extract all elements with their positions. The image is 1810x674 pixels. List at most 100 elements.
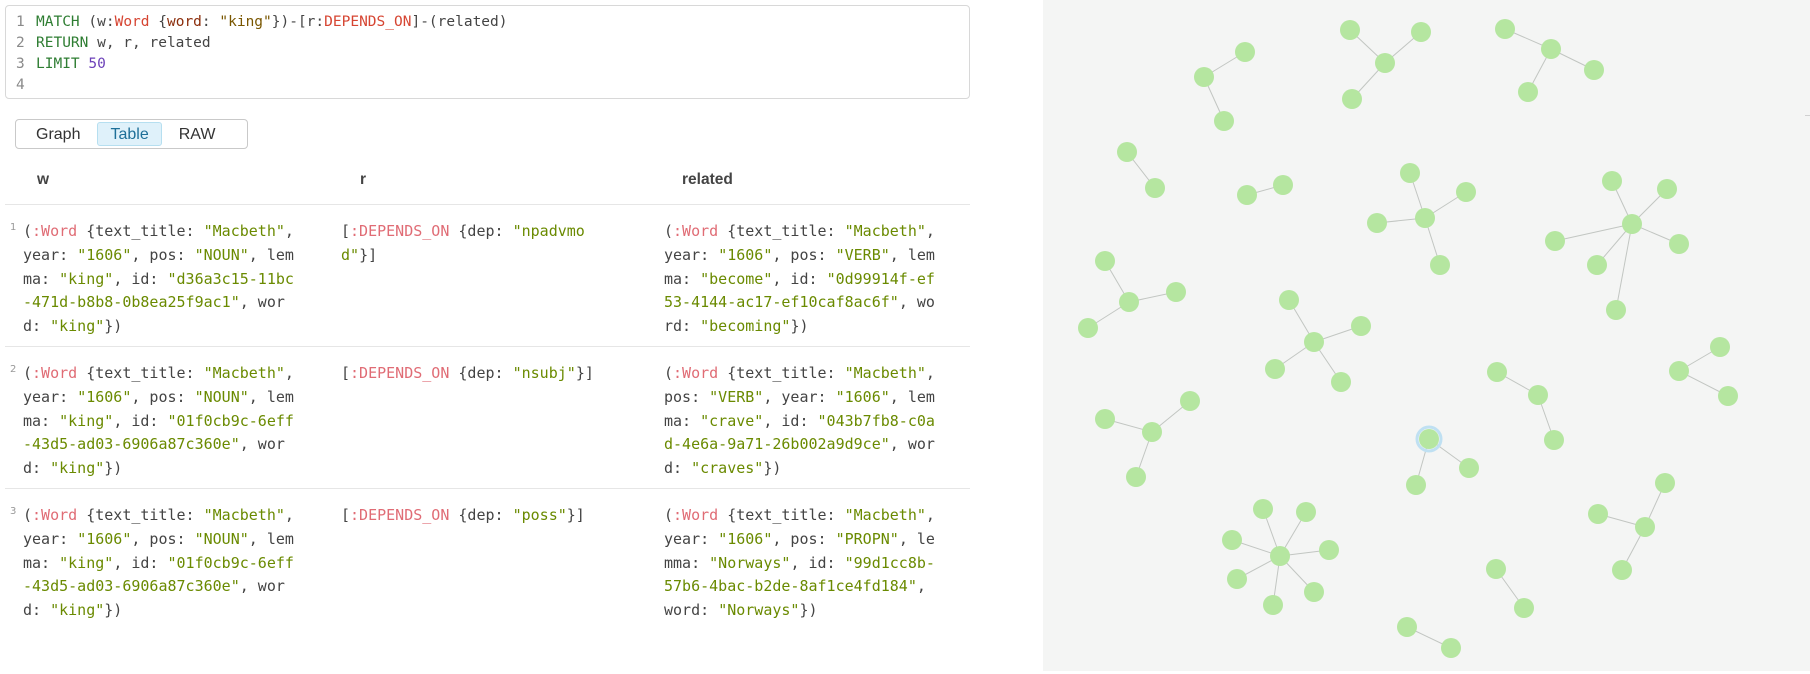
graph-node[interactable]: [1544, 430, 1564, 450]
graph-node[interactable]: [1456, 182, 1476, 202]
graph-node[interactable]: [1342, 89, 1362, 109]
table-cell-r[interactable]: [:DEPENDS_ON {dep: "poss"}]: [341, 504, 646, 528]
graph-node[interactable]: [1340, 20, 1360, 40]
graph-node[interactable]: [1095, 409, 1115, 429]
graph-svg[interactable]: [1043, 0, 1810, 671]
graph-node[interactable]: [1304, 582, 1324, 602]
graph-node[interactable]: [1194, 67, 1214, 87]
code-token: RETURN: [36, 35, 98, 51]
graph-node[interactable]: [1117, 142, 1137, 162]
graph-node[interactable]: [1587, 255, 1607, 275]
graph-node[interactable]: [1406, 475, 1426, 495]
graph-node[interactable]: [1487, 362, 1507, 382]
code-line[interactable]: 2 RETURN w, r, related: [6, 33, 969, 54]
graph-node[interactable]: [1180, 391, 1200, 411]
tab-graph[interactable]: Graph: [19, 122, 97, 146]
cell-token: {text_title:: [718, 506, 845, 524]
graph-node[interactable]: [1622, 214, 1642, 234]
graph-node[interactable]: [1400, 163, 1420, 183]
graph-canvas[interactable]: [1043, 0, 1810, 671]
table-cell-r[interactable]: [:DEPENDS_ON {dep: "npadvmo d"}]: [341, 220, 646, 268]
graph-node[interactable]: [1419, 429, 1439, 449]
graph-node[interactable]: [1142, 422, 1162, 442]
graph-node[interactable]: [1166, 282, 1186, 302]
table-cell-related[interactable]: (:Word {text_title: "Macbeth", year: "160…: [664, 220, 969, 339]
graph-node[interactable]: [1237, 185, 1257, 205]
graph-node[interactable]: [1541, 39, 1561, 59]
graph-node[interactable]: [1669, 234, 1689, 254]
graph-node[interactable]: [1263, 595, 1283, 615]
graph-node[interactable]: [1319, 540, 1339, 560]
graph-node[interactable]: [1655, 473, 1675, 493]
graph-node[interactable]: [1518, 82, 1538, 102]
table-cell-r[interactable]: [:DEPENDS_ON {dep: "nsubj"}]: [341, 362, 646, 386]
graph-node[interactable]: [1270, 546, 1290, 566]
query-editor[interactable]: 1 MATCH (w:Word {word: "king"})-[r:DEPEND…: [5, 5, 970, 99]
graph-node[interactable]: [1612, 560, 1632, 580]
graph-node[interactable]: [1145, 178, 1165, 198]
graph-node[interactable]: [1078, 318, 1098, 338]
code-line[interactable]: 4: [6, 75, 969, 96]
cell-line: year: "1606", pos: "NOUN", lem: [23, 244, 328, 268]
graph-edge[interactable]: [1554, 223, 1633, 242]
graph-node[interactable]: [1606, 300, 1626, 320]
code-line[interactable]: 1 MATCH (w:Word {word: "king"})-[r:DEPEND…: [6, 12, 969, 33]
cell-token: :Word: [673, 506, 719, 524]
cell-line: year: "1606", pos: "VERB", lem: [664, 244, 969, 268]
graph-node[interactable]: [1397, 617, 1417, 637]
table-cell-related[interactable]: (:Word {text_title: "Macbeth", year: "160…: [664, 504, 969, 623]
graph-node[interactable]: [1495, 19, 1515, 39]
table-cell-w[interactable]: (:Word {text_title: "Macbeth", year: "160…: [23, 504, 328, 623]
cell-line: d: "king"}): [23, 457, 328, 481]
code-line[interactable]: 3 LIMIT 50: [6, 54, 969, 75]
graph-node[interactable]: [1635, 517, 1655, 537]
graph-node[interactable]: [1214, 111, 1234, 131]
graph-node[interactable]: [1279, 290, 1299, 310]
graph-node[interactable]: [1253, 499, 1273, 519]
graph-node[interactable]: [1459, 458, 1479, 478]
table-cell-related[interactable]: (:Word {text_title: "Macbeth", pos: "VERB…: [664, 362, 969, 481]
graph-node[interactable]: [1304, 332, 1324, 352]
cell-line: rd: "becoming"}): [664, 315, 969, 339]
graph-node[interactable]: [1710, 337, 1730, 357]
graph-node[interactable]: [1415, 208, 1435, 228]
cell-token: ma:: [664, 411, 701, 430]
graph-node[interactable]: [1095, 251, 1115, 271]
graph-node[interactable]: [1718, 386, 1738, 406]
graph-node[interactable]: [1602, 171, 1622, 191]
table-cell-w[interactable]: (:Word {text_title: "Macbeth", year: "160…: [23, 362, 328, 481]
table-cell-w[interactable]: (:Word {text_title: "Macbeth", year: "160…: [23, 220, 328, 339]
graph-node[interactable]: [1222, 530, 1242, 550]
graph-node[interactable]: [1657, 179, 1677, 199]
graph-node[interactable]: [1514, 598, 1534, 618]
graph-node[interactable]: [1375, 53, 1395, 73]
cell-line: ma: "become", id: "0d99914f-ef: [664, 268, 969, 292]
graph-node[interactable]: [1235, 42, 1255, 62]
cell-token: "PROPN": [835, 529, 899, 548]
tab-table[interactable]: Table: [97, 122, 162, 146]
graph-node[interactable]: [1411, 22, 1431, 42]
cell-token: , wor: [889, 435, 935, 454]
graph-node[interactable]: [1351, 316, 1371, 336]
graph-node[interactable]: [1669, 361, 1689, 381]
graph-node[interactable]: [1227, 569, 1247, 589]
graph-node[interactable]: [1126, 467, 1146, 487]
cell-line: ma: "king", id: "01f0cb9c-6eff: [23, 552, 328, 576]
graph-node[interactable]: [1367, 213, 1387, 233]
graph-node[interactable]: [1545, 231, 1565, 251]
tab-raw[interactable]: RAW: [162, 122, 233, 146]
graph-node[interactable]: [1441, 638, 1461, 658]
graph-node[interactable]: [1430, 255, 1450, 275]
graph-node[interactable]: [1296, 502, 1316, 522]
graph-node[interactable]: [1486, 559, 1506, 579]
graph-edge[interactable]: [1615, 223, 1633, 311]
graph-node[interactable]: [1273, 175, 1293, 195]
cell-token: "nsubj": [512, 364, 576, 382]
graph-node[interactable]: [1528, 385, 1548, 405]
graph-node[interactable]: [1331, 372, 1351, 392]
graph-node[interactable]: [1588, 504, 1608, 524]
cell-token: "Macbeth": [844, 506, 926, 524]
graph-node[interactable]: [1584, 60, 1604, 80]
graph-node[interactable]: [1119, 292, 1139, 312]
graph-node[interactable]: [1265, 359, 1285, 379]
